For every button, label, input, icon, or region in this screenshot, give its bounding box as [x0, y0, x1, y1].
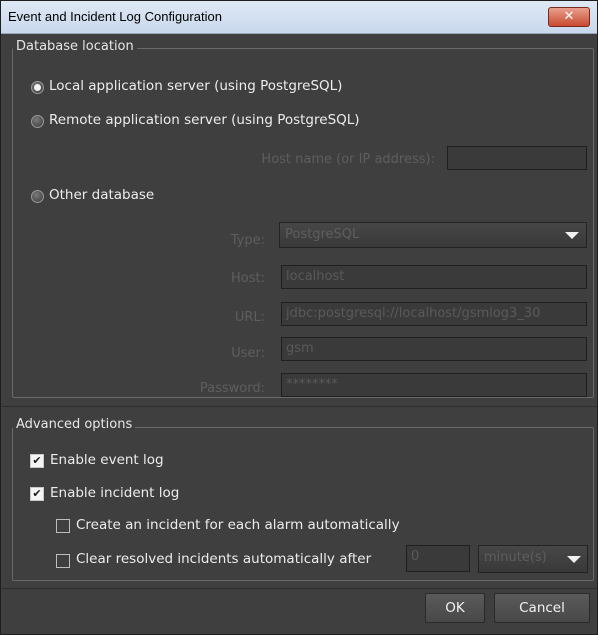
type-select-value: PostgreSQL	[285, 227, 360, 242]
clear-resolved-label[interactable]: Clear resolved incidents automatically a…	[76, 551, 371, 567]
create-incident-label[interactable]: Create an incident for each alarm automa…	[76, 517, 400, 533]
local-server-label[interactable]: Local application server (using PostgreS…	[49, 78, 342, 94]
separator	[2, 406, 597, 407]
enable-event-log-label[interactable]: Enable event log	[50, 452, 164, 468]
enable-incident-log-label[interactable]: Enable incident log	[50, 485, 179, 501]
advanced-options-legend: Advanced options	[13, 417, 136, 432]
dialog-window: Event and Incident Log Configuration ✕ D…	[0, 0, 598, 635]
clear-after-value-field[interactable]: 0	[406, 545, 470, 572]
type-label: Type:	[230, 233, 265, 248]
type-select[interactable]: PostgreSQL	[279, 222, 587, 248]
host-name-field[interactable]	[447, 146, 587, 170]
close-icon: ✕	[563, 9, 575, 24]
close-button[interactable]: ✕	[548, 7, 590, 27]
clear-unit-value: minute(s)	[484, 550, 547, 565]
ok-button[interactable]: OK	[425, 593, 485, 623]
cancel-button[interactable]: Cancel	[494, 593, 590, 623]
enable-event-log-checkbox[interactable]: ✔	[30, 454, 44, 468]
password-label: Password:	[199, 381, 265, 396]
chevron-down-icon	[567, 556, 581, 563]
host-name-label: Host name (or IP address):	[261, 152, 435, 167]
database-location-legend: Database location	[13, 39, 137, 54]
clear-unit-select[interactable]: minute(s)	[478, 545, 588, 573]
host-label: Host:	[231, 271, 265, 286]
clear-resolved-checkbox[interactable]	[56, 554, 70, 568]
host-field[interactable]: localhost	[281, 265, 587, 289]
other-database-label[interactable]: Other database	[49, 187, 154, 203]
user-label: User:	[231, 346, 265, 361]
enable-incident-log-checkbox[interactable]: ✔	[30, 487, 44, 501]
remote-server-label[interactable]: Remote application server (using Postgre…	[49, 112, 360, 128]
title-bar[interactable]: Event and Incident Log Configuration ✕	[1, 1, 597, 34]
create-incident-checkbox[interactable]	[56, 519, 70, 533]
url-field[interactable]: jdbc:postgresql://localhost/gsmlog3_30	[281, 302, 587, 326]
remote-server-radio[interactable]	[31, 115, 44, 128]
password-field[interactable]: ********	[281, 373, 587, 397]
separator	[2, 588, 597, 589]
chevron-down-icon	[565, 232, 579, 239]
window-title: Event and Incident Log Configuration	[8, 9, 222, 24]
other-database-radio[interactable]	[31, 190, 44, 203]
user-field[interactable]: gsm	[281, 337, 587, 361]
url-label: URL:	[234, 310, 265, 325]
local-server-radio[interactable]	[31, 81, 44, 94]
